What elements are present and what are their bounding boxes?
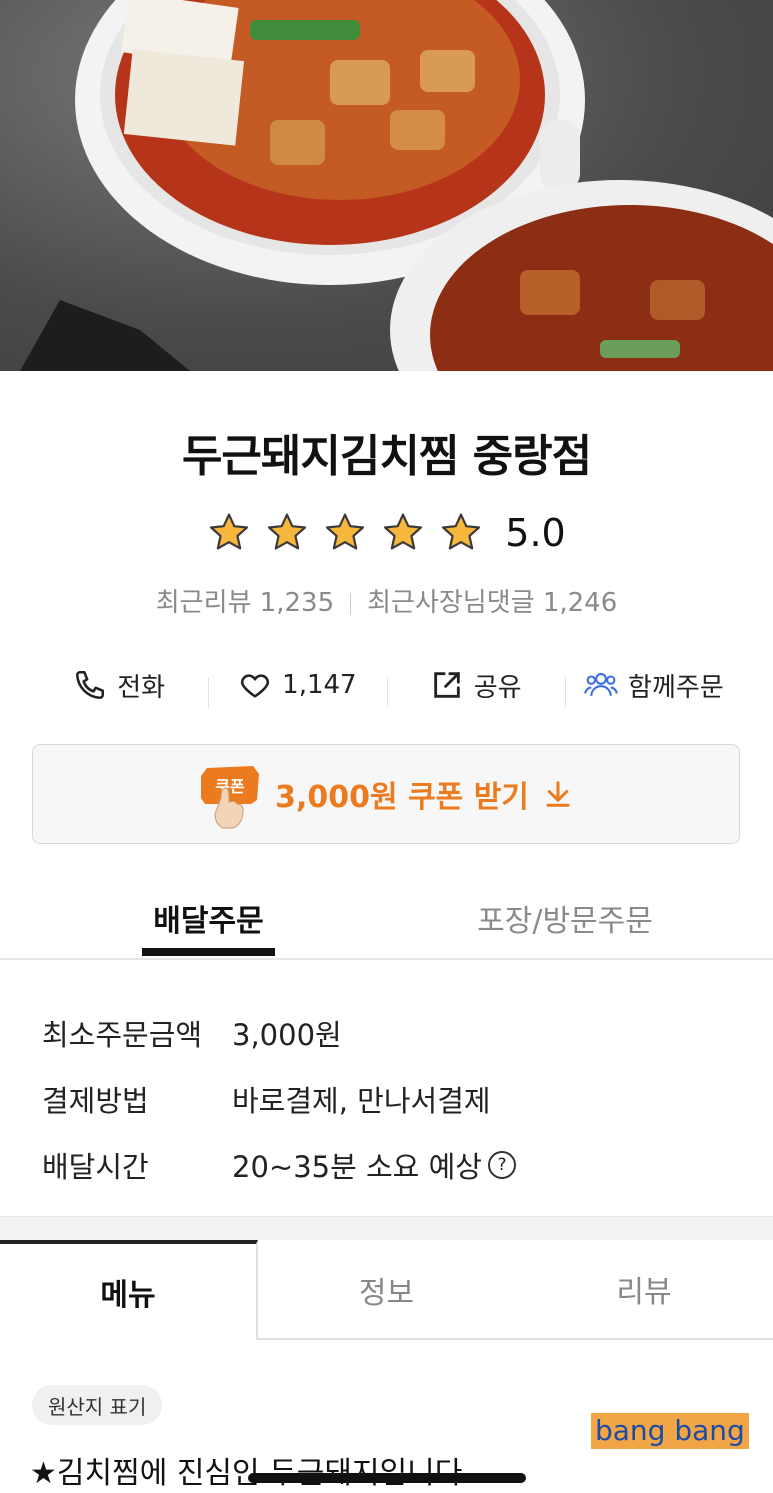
payment-key: 결제방법 [42, 1084, 149, 1118]
section-divider [0, 1216, 773, 1241]
like-count: 1,147 [282, 670, 357, 700]
min-order-value: 3,000원 [232, 1018, 342, 1052]
group-order-label: 함께주문 [628, 672, 724, 703]
star-icon [384, 513, 423, 550]
store-actions: 전화 1,147 공유 함께주문 [30, 660, 743, 710]
store-notice: ★김치찜에 진심인 두근돼지입니다 [30, 1456, 463, 1491]
tab-info[interactable]: 정보 [258, 1240, 515, 1340]
origin-label-chip[interactable]: 원산지 표기 [32, 1385, 163, 1425]
min-order-key: 최소주문금액 [42, 1018, 203, 1052]
main-tabs: 메뉴 정보 리뷰 [0, 1240, 773, 1342]
tab-delivery[interactable]: 배달주문 [142, 896, 275, 940]
download-arrow-icon [546, 781, 570, 807]
coupon-badge-text: 쿠폰 [215, 777, 245, 796]
store-name: 두근돼지김치찜 중랑점 [181, 431, 592, 482]
order-type-tabs: 배달주문 포장/방문주문 [0, 880, 773, 960]
group-icon [584, 673, 618, 697]
tab-menu[interactable]: 메뉴 [0, 1240, 258, 1340]
share-icon [433, 672, 460, 698]
heart-icon [241, 674, 270, 698]
info-row-delivery-time: 배달시간 20~35분 소요 예상 ? [42, 1132, 742, 1198]
call-label: 전화 [117, 672, 166, 703]
like-button[interactable]: 1,147 [208, 668, 386, 708]
home-indicator[interactable] [248, 1473, 526, 1483]
owner-replies-count[interactable]: 최근사장님댓글 1,246 [367, 588, 617, 618]
call-button[interactable]: 전화 [30, 667, 208, 704]
share-label: 공유 [473, 672, 522, 703]
star-icon [210, 513, 249, 550]
tab-pickup[interactable]: 포장/방문주문 [470, 896, 660, 940]
coupon-tag-icon: 쿠폰 [199, 758, 261, 830]
rating-row: 5.0 [0, 508, 773, 558]
store-hero-image [0, 0, 773, 371]
active-tab-indicator [142, 948, 275, 956]
delivery-info: 최소주문금액 3,000원 결제방법 바로결제, 만나서결제 배달시간 20~3… [42, 1000, 742, 1198]
info-row-min-order: 최소주문금액 3,000원 [42, 1000, 742, 1066]
group-order-button[interactable]: 함께주문 [564, 667, 743, 707]
divider [350, 592, 352, 615]
info-row-payment: 결제방법 바로결제, 만나서결제 [42, 1066, 742, 1132]
star-icon [442, 513, 481, 550]
delivery-time-key: 배달시간 [42, 1150, 149, 1184]
star-icon [326, 513, 365, 550]
payment-value: 바로결제, 만나서결제 [232, 1084, 491, 1118]
star-icon [268, 513, 307, 550]
recent-reviews-count[interactable]: 최근리뷰 1,235 [156, 588, 334, 618]
watermark-label: bang bang [591, 1413, 749, 1449]
rating-score: 5.0 [505, 511, 566, 555]
help-icon[interactable]: ? [487, 1151, 516, 1179]
coupon-label: 3,000원 쿠폰 받기 [275, 780, 529, 815]
share-button[interactable]: 공유 [386, 667, 565, 707]
tab-reviews[interactable]: 리뷰 [515, 1240, 773, 1340]
phone-icon [76, 670, 105, 700]
coupon-download-button[interactable]: 쿠폰 3,000원 쿠폰 받기 [32, 744, 740, 844]
delivery-time-value: 20~35분 소요 예상 [232, 1150, 482, 1184]
review-counts[interactable]: 최근리뷰 1,235 최근사장님댓글 1,246 [0, 582, 773, 619]
